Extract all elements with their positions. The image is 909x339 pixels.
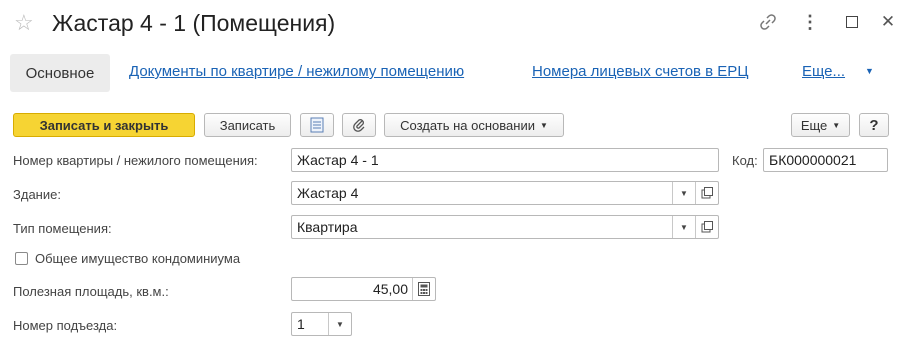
tab-main[interactable]: Основное bbox=[10, 54, 110, 92]
chevron-down-icon: ▼ bbox=[832, 120, 841, 130]
chevron-down-icon[interactable]: ▼ bbox=[328, 313, 351, 335]
area-field[interactable]: 45,00 bbox=[291, 277, 436, 301]
create-based-on-label: Создать на основании bbox=[400, 117, 535, 133]
common-property-label: Общее имущество кондоминиума bbox=[35, 251, 241, 266]
more-options-icon[interactable]: ⋮ bbox=[798, 10, 822, 34]
tab-more[interactable]: Еще... bbox=[802, 63, 845, 80]
building-value: Жастар 4 bbox=[297, 185, 359, 201]
save-button[interactable]: Записать bbox=[204, 113, 291, 137]
attachment-icon[interactable] bbox=[342, 113, 376, 137]
chevron-down-icon[interactable]: ▼ bbox=[672, 182, 695, 204]
type-value: Квартира bbox=[297, 219, 358, 235]
type-label: Тип помещения: bbox=[13, 221, 112, 236]
favorite-star-icon[interactable]: ☆ bbox=[14, 12, 34, 34]
more-label: Еще bbox=[800, 117, 828, 133]
area-value: 45,00 bbox=[372, 281, 408, 297]
tab-more-chevron-icon[interactable]: ▼ bbox=[865, 66, 874, 76]
common-property-checkbox[interactable] bbox=[15, 252, 28, 265]
maximize-icon[interactable] bbox=[840, 10, 864, 34]
list-icon[interactable] bbox=[300, 113, 334, 137]
chevron-down-icon[interactable]: ▼ bbox=[672, 216, 695, 238]
link-icon[interactable] bbox=[756, 10, 780, 34]
calculator-icon[interactable] bbox=[412, 278, 435, 300]
chevron-down-icon: ▼ bbox=[539, 120, 548, 130]
create-based-on-button[interactable]: Создать на основании ▼ bbox=[384, 113, 564, 137]
help-button[interactable]: ? bbox=[859, 113, 889, 137]
open-icon[interactable] bbox=[695, 182, 718, 204]
type-field[interactable]: Квартира ▼ bbox=[291, 215, 719, 239]
number-field[interactable]: Жастар 4 - 1 bbox=[291, 148, 719, 172]
number-value: Жастар 4 - 1 bbox=[297, 152, 379, 168]
open-icon[interactable] bbox=[695, 216, 718, 238]
tab-account-numbers[interactable]: Номера лицевых счетов в ЕРЦ bbox=[532, 63, 748, 80]
code-field[interactable]: БК000000021 bbox=[763, 148, 888, 172]
more-button[interactable]: Еще ▼ bbox=[791, 113, 850, 137]
code-value: БК000000021 bbox=[769, 152, 857, 168]
area-label: Полезная площадь, кв.м.: bbox=[13, 284, 169, 299]
tab-documents[interactable]: Документы по квартире / нежилому помещен… bbox=[129, 63, 464, 80]
building-field[interactable]: Жастар 4 ▼ bbox=[291, 181, 719, 205]
building-label: Здание: bbox=[13, 187, 61, 202]
save-and-close-button[interactable]: Записать и закрыть bbox=[13, 113, 195, 137]
entrance-value: 1 bbox=[297, 316, 305, 332]
code-label: Код: bbox=[732, 153, 758, 168]
close-icon[interactable]: ✕ bbox=[876, 10, 900, 34]
entrance-field[interactable]: 1 ▼ bbox=[291, 312, 352, 336]
window-title: Жастар 4 - 1 (Помещения) bbox=[52, 10, 336, 36]
number-label: Номер квартиры / нежилого помещения: bbox=[13, 153, 258, 168]
entrance-label: Номер подъезда: bbox=[13, 318, 118, 333]
